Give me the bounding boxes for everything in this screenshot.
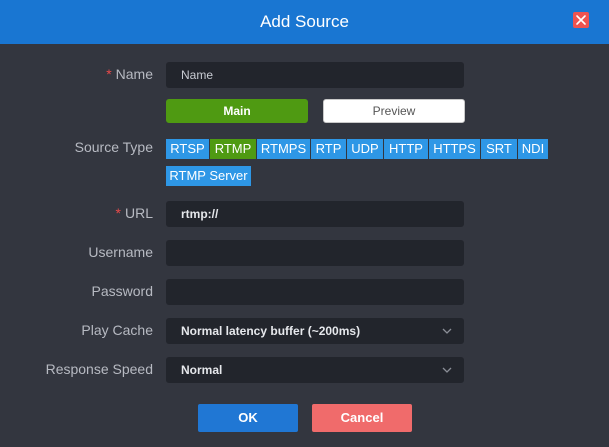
source-type-rtmps[interactable]: RTMPS (257, 139, 310, 159)
url-label: * URL (115, 205, 153, 221)
password-input[interactable] (166, 279, 464, 305)
source-type-https[interactable]: HTTPS (429, 139, 480, 159)
name-input[interactable]: Name (166, 62, 464, 88)
source-type-rtmp-server[interactable]: RTMP Server (166, 166, 251, 186)
play-cache-select[interactable]: Normal latency buffer (~200ms) (166, 318, 464, 344)
play-cache-label: Play Cache (81, 322, 153, 338)
source-type-rtmp[interactable]: RTMP (210, 139, 256, 159)
preview-stream-button[interactable]: Preview (323, 99, 465, 123)
response-speed-value: Normal (181, 363, 223, 377)
response-speed-label: Response Speed (45, 361, 153, 377)
source-type-rtp[interactable]: RTP (311, 139, 346, 159)
source-type-ndi[interactable]: NDI (518, 139, 548, 159)
username-input[interactable] (166, 240, 464, 266)
source-type-rtsp[interactable]: RTSP (166, 139, 209, 159)
main-stream-button[interactable]: Main (166, 99, 308, 123)
source-type-udp[interactable]: UDP (347, 139, 383, 159)
password-label: Password (91, 283, 153, 299)
username-label: Username (88, 244, 153, 260)
ok-button[interactable]: OK (198, 404, 298, 432)
name-label: * Name (106, 66, 153, 82)
chevron-down-icon (442, 367, 452, 373)
source-type-label: Source Type (74, 139, 153, 155)
chevron-down-icon (442, 328, 452, 334)
cancel-button[interactable]: Cancel (312, 404, 412, 432)
close-button[interactable] (573, 12, 589, 28)
response-speed-select[interactable]: Normal (166, 357, 464, 383)
close-icon (576, 15, 586, 25)
dialog-header: Add Source (0, 0, 609, 44)
play-cache-value: Normal latency buffer (~200ms) (181, 324, 361, 338)
required-asterisk: * (115, 205, 121, 221)
add-source-dialog: Add Source * Name Name Main Preview Sourc… (0, 0, 609, 447)
url-input[interactable]: rtmp:// (166, 201, 464, 227)
source-type-srt[interactable]: SRT (481, 139, 517, 159)
required-asterisk: * (106, 66, 112, 82)
dialog-title: Add Source (260, 12, 349, 31)
source-type-http[interactable]: HTTP (384, 139, 428, 159)
